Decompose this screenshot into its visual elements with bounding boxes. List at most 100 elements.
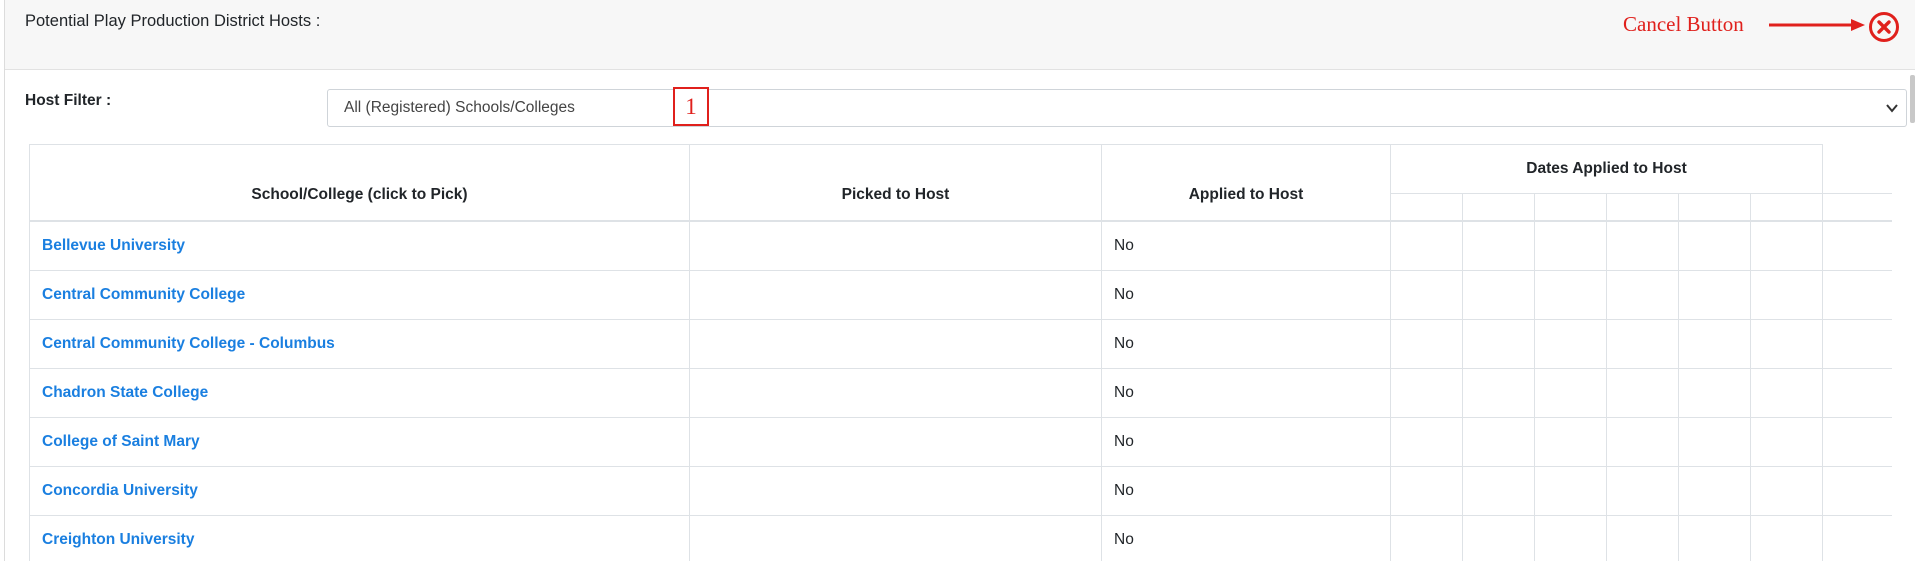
- date-cell: [1749, 319, 1824, 369]
- host-filter-selected: All (Registered) Schools/Colleges: [344, 99, 575, 116]
- date-cell: [1462, 220, 1535, 271]
- close-circle-icon: [1869, 12, 1899, 42]
- school-link[interactable]: College of Saint Mary: [42, 433, 200, 450]
- date-cell: [1390, 368, 1463, 418]
- school-link[interactable]: Central Community College: [42, 286, 245, 303]
- applied-cell: No: [1101, 368, 1391, 418]
- date-cell: [1822, 220, 1892, 271]
- date-cell: [1462, 417, 1535, 467]
- date-cell: [1390, 515, 1463, 561]
- cancel-button[interactable]: [1868, 11, 1900, 43]
- header-spacer: [1822, 144, 1892, 194]
- date-cell: [1462, 368, 1535, 418]
- date-cell: [1606, 319, 1679, 369]
- date-cell: [1390, 417, 1463, 467]
- applied-cell: No: [1101, 319, 1391, 369]
- dates-column-header: Dates Applied to Host: [1389, 144, 1824, 194]
- date-cell: [1462, 515, 1535, 561]
- picked-cell: [689, 417, 1102, 467]
- date-cell: [1822, 417, 1892, 467]
- school-cell: Chadron State College: [29, 368, 690, 418]
- date-subheader: [1822, 193, 1892, 222]
- date-cell: [1749, 270, 1824, 320]
- date-cell: [1822, 270, 1892, 320]
- date-cell: [1606, 466, 1679, 516]
- date-cell: [1749, 368, 1824, 418]
- picked-column-header[interactable]: Picked to Host: [689, 144, 1102, 222]
- date-cell: [1678, 417, 1751, 467]
- date-cell: [1678, 270, 1751, 320]
- table-row: Concordia University No: [29, 466, 1892, 516]
- applied-column-header[interactable]: Applied to Host: [1101, 144, 1391, 222]
- date-cell: [1678, 220, 1751, 271]
- date-subheader: [1606, 193, 1679, 222]
- school-link[interactable]: Bellevue University: [42, 237, 185, 254]
- date-cell: [1534, 270, 1607, 320]
- school-cell: Concordia University: [29, 466, 690, 516]
- date-cell: [1390, 270, 1463, 320]
- school-cell: Creighton University: [29, 515, 690, 561]
- hosts-table-body: Bellevue University No Central Community C…: [29, 220, 1892, 561]
- date-subheader: [1390, 193, 1463, 222]
- picked-cell: [689, 515, 1102, 561]
- date-subheader: [1749, 193, 1824, 222]
- step-badge: 1: [673, 87, 709, 126]
- table-row: Central Community College No: [29, 270, 1892, 320]
- picked-cell: [689, 270, 1102, 320]
- picked-cell: [689, 220, 1102, 271]
- applied-cell: No: [1101, 515, 1391, 561]
- annotation-arrow-icon: [1769, 19, 1865, 31]
- cancel-button-annotation: Cancel Button: [1623, 12, 1744, 36]
- applied-cell: No: [1101, 417, 1391, 467]
- vertical-scrollbar[interactable]: [1910, 75, 1915, 123]
- applied-cell: No: [1101, 270, 1391, 320]
- date-cell: [1606, 515, 1679, 561]
- date-cell: [1534, 466, 1607, 516]
- date-cell: [1678, 466, 1751, 516]
- table-row: Chadron State College No: [29, 368, 1892, 418]
- host-filter-select[interactable]: All (Registered) Schools/Colleges: [327, 89, 1907, 127]
- date-cell: [1534, 515, 1607, 561]
- table-row: College of Saint Mary No: [29, 417, 1892, 467]
- date-cell: [1462, 270, 1535, 320]
- date-subheader: [1462, 193, 1535, 222]
- date-cell: [1606, 368, 1679, 418]
- date-cell: [1749, 466, 1824, 516]
- school-cell: Bellevue University: [29, 220, 690, 271]
- picked-cell: [689, 368, 1102, 418]
- modal-title: Potential Play Production District Hosts…: [25, 12, 321, 30]
- date-cell: [1534, 220, 1607, 271]
- date-cell: [1462, 319, 1535, 369]
- date-cell: [1678, 319, 1751, 369]
- picked-cell: [689, 319, 1102, 369]
- date-cell: [1606, 270, 1679, 320]
- date-cell: [1606, 417, 1679, 467]
- date-subheader: [1534, 193, 1607, 222]
- school-column-header[interactable]: School/College (click to Pick): [29, 144, 690, 222]
- school-link[interactable]: Concordia University: [42, 482, 198, 499]
- table-row: Central Community College - Columbus No: [29, 319, 1892, 369]
- date-cell: [1390, 466, 1463, 516]
- date-cell: [1534, 319, 1607, 369]
- modal-header: Potential Play Production District Hosts…: [5, 0, 1915, 70]
- date-cell: [1606, 220, 1679, 271]
- date-cell: [1678, 515, 1751, 561]
- school-cell: Central Community College: [29, 270, 690, 320]
- date-cell: [1822, 368, 1892, 418]
- school-link[interactable]: Central Community College - Columbus: [42, 335, 335, 352]
- hosts-table: School/College (click to Pick) Picked to…: [29, 144, 1892, 561]
- school-cell: College of Saint Mary: [29, 417, 690, 467]
- date-cell: [1390, 220, 1463, 271]
- hosts-modal: Potential Play Production District Hosts…: [4, 0, 1915, 561]
- chevron-down-icon: [1886, 104, 1898, 113]
- hosts-table-wrap: School/College (click to Pick) Picked to…: [29, 144, 1892, 561]
- date-cell: [1534, 368, 1607, 418]
- school-link[interactable]: Chadron State College: [42, 384, 208, 401]
- date-cell: [1822, 319, 1892, 369]
- school-cell: Central Community College - Columbus: [29, 319, 690, 369]
- school-link[interactable]: Creighton University: [42, 531, 194, 548]
- date-cell: [1678, 368, 1751, 418]
- date-cell: [1462, 466, 1535, 516]
- applied-cell: No: [1101, 220, 1391, 271]
- picked-cell: [689, 466, 1102, 516]
